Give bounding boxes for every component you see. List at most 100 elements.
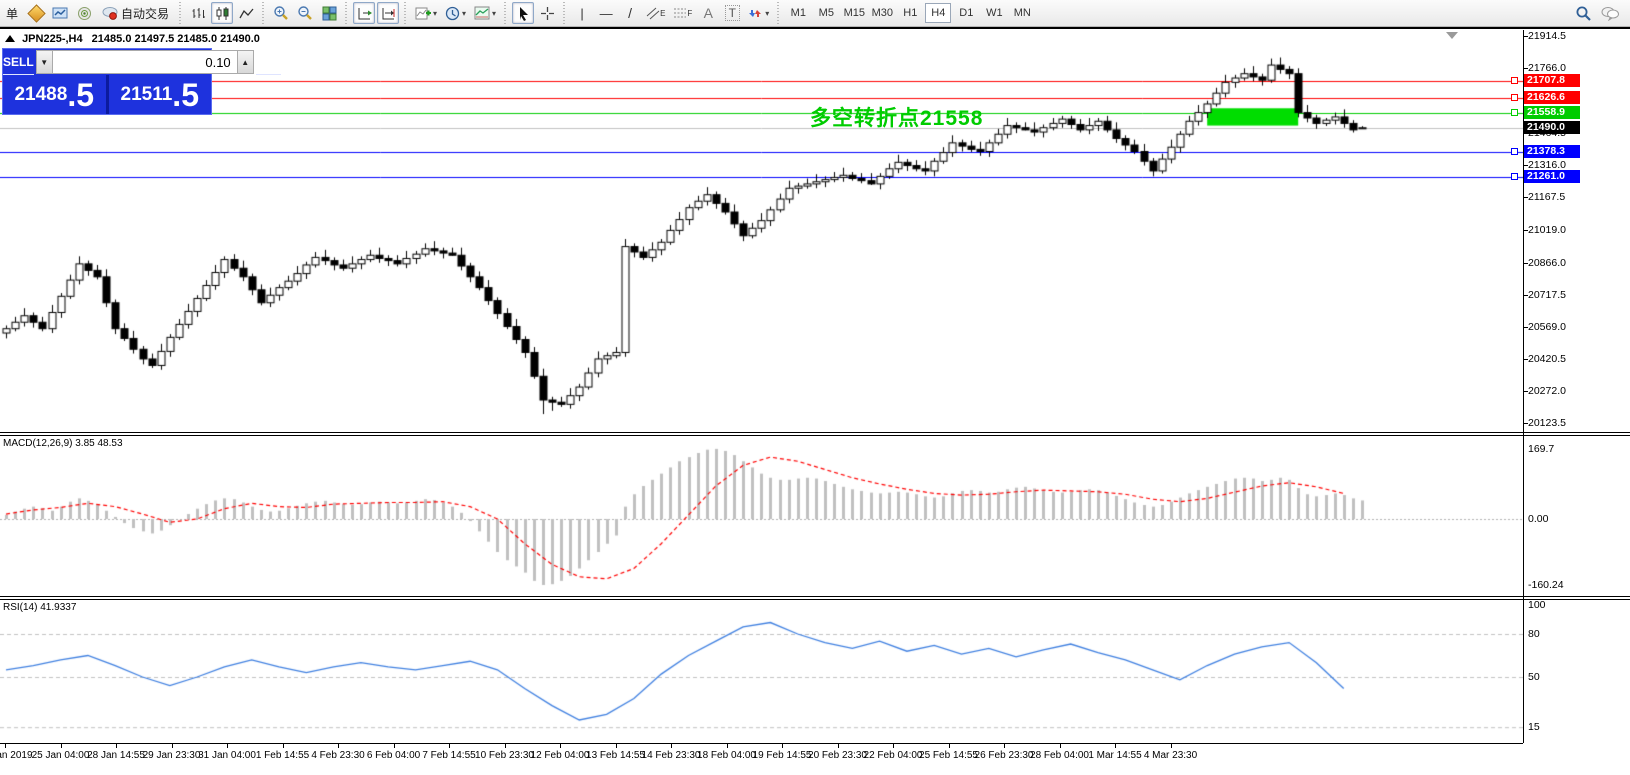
candlestick-icon[interactable] — [211, 2, 234, 24]
price-chart-canvas[interactable] — [0, 30, 1523, 432]
level-line-marker[interactable] — [1511, 173, 1518, 181]
chart-window: JPN225-,H4 21485.0 21497.5 21485.0 21490… — [0, 27, 1630, 775]
vertical-line-tool[interactable]: | — [571, 2, 593, 24]
arrows-tool[interactable]: ▾ — [745, 2, 772, 24]
one-click-trade-panel: SELL ▼ ▲ BUY 21488.5 21511.5 — [2, 48, 282, 115]
pivot-annotation: 多空转折点21558 — [810, 107, 984, 131]
volume-input[interactable] — [52, 50, 237, 74]
cursor-icon[interactable] — [512, 2, 535, 24]
sell-button[interactable]: SELL — [3, 49, 34, 75]
sell-price[interactable]: 21488.5 — [3, 75, 106, 114]
time-tick-label: 23 Jan 2019 — [0, 750, 33, 761]
buy-button[interactable]: BUY — [255, 49, 282, 75]
level-price-label: 21707.8 — [1524, 73, 1580, 87]
volume-increase-button[interactable]: ▲ — [236, 50, 254, 74]
rsi-canvas[interactable] — [0, 600, 1523, 743]
periods-button[interactable]: ▾ — [442, 2, 469, 24]
collapse-panel-icon[interactable] — [5, 35, 15, 42]
tab-timeframe-w1[interactable]: W1 — [981, 3, 1007, 23]
tab-timeframe-m5[interactable]: M5 — [813, 3, 839, 23]
tab-timeframe-m1[interactable]: M1 — [785, 3, 811, 23]
zoom-out-icon[interactable] — [294, 2, 316, 24]
time-tick-mark — [948, 744, 950, 748]
tab-timeframe-m30[interactable]: M30 — [869, 3, 895, 23]
volume-decrease-button[interactable]: ▼ — [35, 50, 53, 74]
time-tick-mark — [338, 744, 339, 748]
equidistant-channel-tool[interactable]: E — [643, 2, 668, 24]
time-tick-label: 4 Feb 23:30 — [311, 750, 365, 761]
time-tick-label: 18 Feb 04:00 — [697, 750, 756, 761]
tab-timeframe-d1[interactable]: D1 — [953, 3, 979, 23]
chart-window-icon[interactable] — [49, 2, 71, 24]
templates-button[interactable]: ▾ — [471, 2, 499, 24]
chart-shift-marker[interactable] — [1446, 32, 1458, 39]
toolbar-separator — [502, 2, 510, 24]
main-toolbar: 单 自动交易 ▾ ▾ ▾ | — / E F A T ▾ M1 M5 M15 M… — [0, 0, 1630, 27]
time-tick-label: 19 Feb 14:55 — [752, 750, 812, 761]
chart-shift-icon[interactable] — [377, 2, 400, 24]
toolbar-separator — [561, 2, 569, 24]
time-tick-label: 1 Mar 14:55 — [1088, 750, 1142, 761]
level-line-marker[interactable] — [1511, 108, 1518, 116]
tab-timeframe-mn[interactable]: MN — [1009, 3, 1035, 23]
price-tick-label: 20569.0 — [1528, 320, 1566, 333]
autotrading-icon — [102, 7, 118, 20]
chevron-down-icon[interactable]: ▾ — [492, 9, 496, 18]
time-tick-mark — [5, 744, 6, 748]
time-tick-mark — [1004, 744, 1005, 748]
time-tick-mark — [560, 744, 561, 748]
toolbar-separator — [260, 2, 268, 24]
tab-timeframe-m15[interactable]: M15 — [841, 3, 867, 23]
price-tick-label: 21914.5 — [1528, 30, 1566, 42]
buy-price[interactable]: 21511.5 — [109, 75, 212, 114]
new-order-button[interactable]: 单 — [1, 2, 23, 24]
time-tick-label: 4 Mar 23:30 — [1143, 750, 1198, 761]
level-line-marker[interactable] — [1511, 147, 1518, 155]
time-tick-mark — [227, 744, 228, 748]
time-tick-mark — [837, 744, 839, 748]
time-tick-label: 31 Jan 04:00 — [198, 750, 256, 761]
search-icon[interactable] — [1572, 2, 1595, 24]
bar-chart-icon[interactable] — [187, 2, 209, 24]
level-line-marker[interactable] — [1511, 94, 1518, 102]
horizontal-line-tool[interactable]: — — [595, 2, 617, 24]
tab-timeframe-h1[interactable]: H1 — [897, 3, 923, 23]
chart-title: JPN225-,H4 21485.0 21497.5 21485.0 21490… — [5, 33, 260, 45]
time-tick-label: 25 Jan 04:00 — [31, 750, 90, 761]
price-tick-label: 20866.0 — [1528, 256, 1566, 269]
tile-windows-icon[interactable] — [318, 2, 340, 24]
time-tick-label: 10 Feb 23:30 — [475, 750, 534, 761]
chat-icon[interactable] — [1597, 2, 1623, 24]
macd-axis-label: 169.7 — [1528, 442, 1555, 455]
chevron-down-icon[interactable]: ▾ — [433, 9, 437, 18]
time-tick-mark — [116, 744, 117, 748]
indicators-button[interactable]: ▾ — [412, 2, 440, 24]
time-tick-mark — [449, 744, 450, 748]
level-price-label: 21626.6 — [1524, 91, 1580, 105]
time-axis-line — [0, 743, 1523, 744]
autoscroll-icon[interactable] — [353, 2, 376, 24]
tab-timeframe-h4[interactable]: H4 — [925, 3, 952, 23]
toolbar-separator — [177, 2, 185, 24]
chevron-down-icon[interactable]: ▾ — [462, 9, 466, 18]
rsi-axis-label: 15 — [1528, 721, 1540, 734]
radar-icon[interactable] — [73, 2, 95, 24]
toolbar-separator — [343, 2, 351, 24]
crosshair-icon[interactable] — [536, 2, 558, 24]
trendline-tool[interactable]: / — [619, 2, 641, 24]
gem-icon[interactable] — [25, 2, 47, 24]
symbol-period-label: JPN225-,H4 — [22, 33, 83, 45]
zoom-in-icon[interactable] — [270, 2, 292, 24]
fibonacci-tool[interactable]: F — [670, 2, 695, 24]
chevron-down-icon[interactable]: ▾ — [765, 9, 769, 18]
time-tick-label: 12 Feb 04:00 — [530, 750, 590, 761]
line-chart-icon[interactable] — [235, 2, 257, 24]
level-price-label: 21490.0 — [1524, 120, 1580, 134]
macd-canvas[interactable] — [0, 436, 1523, 596]
time-tick-mark — [171, 744, 173, 748]
text-tool[interactable]: A — [697, 2, 719, 24]
text-label-tool[interactable]: T — [721, 2, 743, 24]
time-tick-mark — [726, 744, 728, 748]
autotrading-button[interactable]: 自动交易 — [97, 2, 174, 24]
level-line-marker[interactable] — [1511, 76, 1518, 84]
